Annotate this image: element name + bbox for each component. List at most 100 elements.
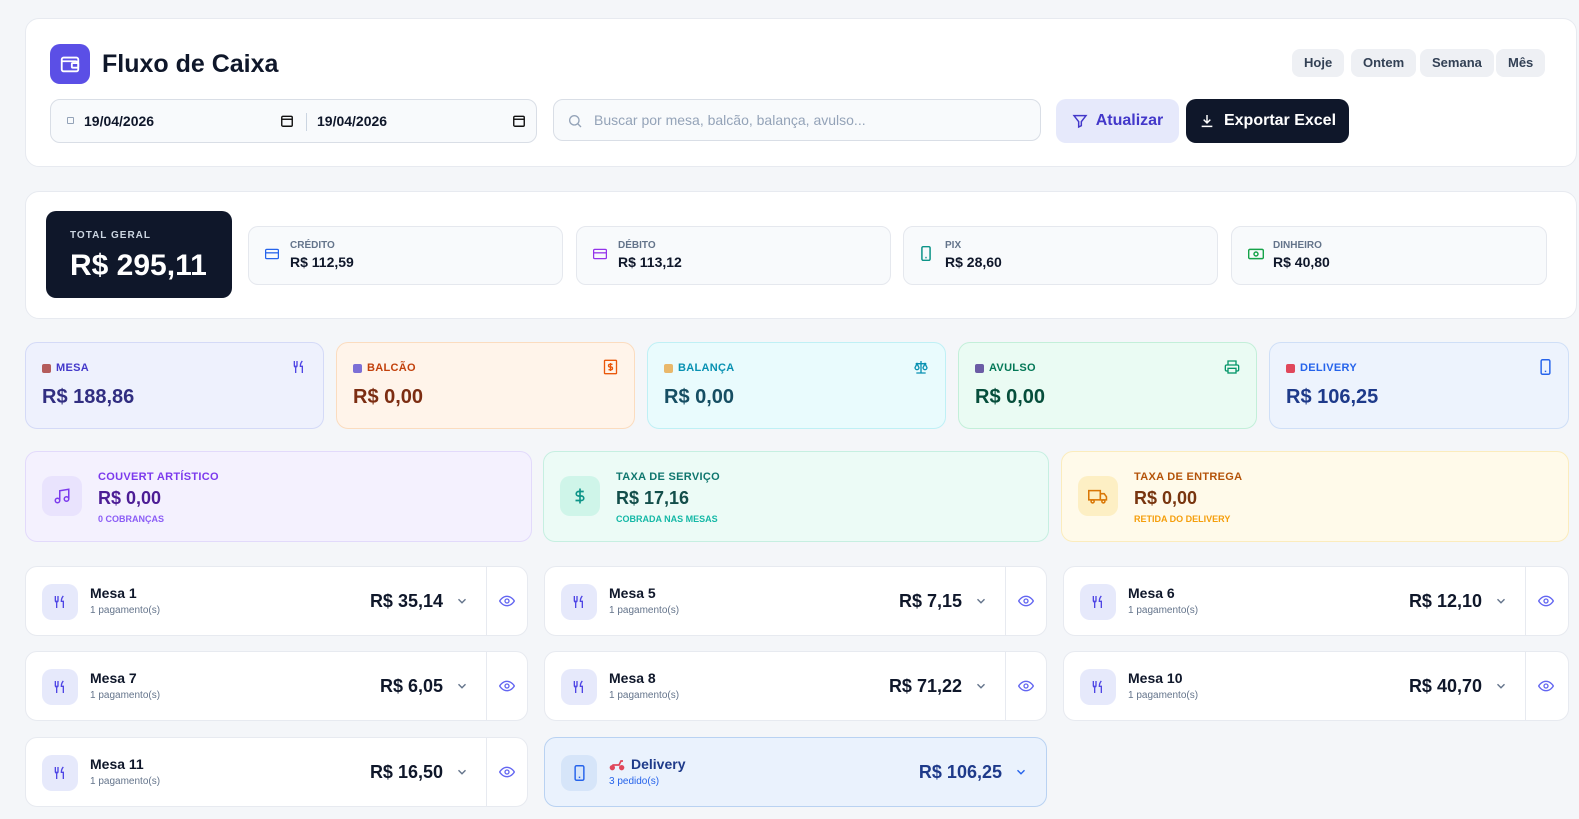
fee-value: R$ 17,16 bbox=[616, 488, 690, 508]
filter-week-button[interactable]: Semana bbox=[1420, 49, 1494, 77]
eye-icon[interactable] bbox=[1538, 678, 1554, 694]
credit-card-icon bbox=[265, 248, 279, 260]
filter-yesterday-button[interactable]: Ontem bbox=[1351, 49, 1417, 77]
phone-icon bbox=[561, 755, 597, 791]
payment-value: R$ 40,80 bbox=[1273, 254, 1330, 270]
chevron-down-icon[interactable] bbox=[455, 594, 469, 608]
table-row[interactable]: Mesa 10 1 pagamento(s) R$ 40,70 bbox=[1063, 651, 1569, 721]
wallet-icon bbox=[50, 44, 90, 84]
utensils-icon bbox=[42, 669, 78, 705]
eye-icon[interactable] bbox=[1018, 593, 1034, 609]
download-icon bbox=[1201, 115, 1213, 128]
table-row[interactable]: Mesa 1 1 pagamento(s) R$ 35,14 bbox=[25, 566, 528, 636]
row-amount: R$ 71,22 bbox=[888, 676, 962, 696]
divider bbox=[1005, 567, 1006, 635]
phone-icon bbox=[921, 246, 931, 261]
search-icon bbox=[569, 115, 582, 128]
date-range-picker: 19/04/2026 19/04/2026 bbox=[50, 99, 537, 143]
category-value: R$ 106,25 bbox=[1286, 386, 1379, 408]
totals-card: TOTAL GERAL R$ 295,11 CRÉDITO R$ 112,59 … bbox=[25, 191, 1577, 319]
chevron-down-icon[interactable] bbox=[974, 679, 988, 693]
music-icon bbox=[42, 476, 82, 516]
utensils-icon bbox=[42, 584, 78, 620]
chevron-down-icon[interactable] bbox=[1014, 765, 1028, 779]
printer-icon bbox=[1224, 360, 1240, 374]
refresh-button[interactable]: Atualizar bbox=[1056, 99, 1179, 143]
export-excel-button[interactable]: Exportar Excel bbox=[1186, 99, 1349, 143]
fee-value: R$ 0,00 bbox=[98, 488, 162, 508]
row-name: Mesa 5 bbox=[609, 585, 656, 601]
row-sub: 3 pedido(s) bbox=[609, 776, 660, 787]
eye-icon[interactable] bbox=[499, 678, 515, 694]
category-avulso[interactable]: AVULSO R$ 0,00 bbox=[958, 342, 1257, 429]
payment-value: R$ 112,59 bbox=[290, 254, 354, 270]
search-placeholder: Buscar por mesa, balcão, balança, avulso… bbox=[594, 112, 866, 128]
header-card: Fluxo de Caixa Hoje Ontem Semana Mês 19/… bbox=[25, 18, 1577, 167]
category-label: BALANÇA bbox=[678, 362, 735, 374]
category-delivery[interactable]: DELIVERY R$ 106,25 bbox=[1269, 342, 1569, 429]
row-amount: R$ 16,50 bbox=[369, 762, 443, 782]
filter-today-button[interactable]: Hoje bbox=[1292, 49, 1345, 77]
payment-label: DÉBITO bbox=[618, 240, 656, 251]
dollar-icon bbox=[560, 476, 600, 516]
row-name: Mesa 8 bbox=[609, 670, 656, 686]
mesa-emoji-icon bbox=[42, 363, 51, 373]
chevron-down-icon[interactable] bbox=[1494, 679, 1508, 693]
row-name: Delivery bbox=[631, 756, 686, 772]
divider bbox=[1525, 567, 1526, 635]
table-row[interactable]: Mesa 6 1 pagamento(s) R$ 12,10 bbox=[1063, 566, 1569, 636]
scale-icon bbox=[914, 361, 928, 374]
payment-value: R$ 113,12 bbox=[618, 254, 682, 270]
fee-couvert: COUVERT ARTÍSTICO R$ 0,00 0 COBRANÇAS bbox=[25, 451, 532, 542]
eye-icon[interactable] bbox=[1538, 593, 1554, 609]
utensils-icon bbox=[561, 669, 597, 705]
category-mesa[interactable]: MESA R$ 188,86 bbox=[25, 342, 324, 429]
category-balcao[interactable]: BALCÃO R$ 0,00 bbox=[336, 342, 635, 429]
chevron-down-icon[interactable] bbox=[455, 679, 469, 693]
chevron-down-icon[interactable] bbox=[455, 765, 469, 779]
cash-icon bbox=[1248, 248, 1264, 260]
calendar-small-icon bbox=[67, 117, 74, 124]
date-separator bbox=[306, 113, 307, 131]
export-label: Exportar Excel bbox=[1223, 112, 1337, 129]
eye-icon[interactable] bbox=[1018, 678, 1034, 694]
eye-icon[interactable] bbox=[499, 764, 515, 780]
row-amount: R$ 7,15 bbox=[898, 591, 962, 611]
row-amount: R$ 40,70 bbox=[1408, 676, 1482, 696]
total-value: R$ 295,11 bbox=[70, 249, 207, 282]
receipt-icon bbox=[603, 359, 618, 375]
table-row[interactable]: Mesa 7 1 pagamento(s) R$ 6,05 bbox=[25, 651, 528, 721]
payment-label: PIX bbox=[945, 240, 962, 251]
filter-month-button[interactable]: Mês bbox=[1496, 49, 1546, 77]
category-balanca[interactable]: BALANÇA R$ 0,00 bbox=[647, 342, 946, 429]
calendar-icon[interactable] bbox=[280, 114, 294, 128]
row-name: Mesa 11 bbox=[90, 756, 144, 772]
category-value: R$ 188,86 bbox=[42, 386, 135, 408]
divider bbox=[486, 567, 487, 635]
row-amount: R$ 35,14 bbox=[369, 591, 443, 611]
page-title: Fluxo de Caixa bbox=[102, 50, 279, 78]
date-from-input[interactable]: 19/04/2026 bbox=[84, 113, 154, 129]
chevron-down-icon[interactable] bbox=[1494, 594, 1508, 608]
table-row[interactable]: Mesa 11 1 pagamento(s) R$ 16,50 bbox=[25, 737, 528, 807]
eye-icon[interactable] bbox=[499, 593, 515, 609]
table-row[interactable]: Mesa 5 1 pagamento(s) R$ 7,15 bbox=[544, 566, 1047, 636]
fee-service: TAXA DE SERVIÇO R$ 17,16 COBRADA NAS MES… bbox=[543, 451, 1049, 542]
fee-label: TAXA DE SERVIÇO bbox=[616, 471, 720, 483]
chevron-down-icon[interactable] bbox=[974, 594, 988, 608]
date-to-input[interactable]: 19/04/2026 bbox=[317, 113, 387, 129]
divider bbox=[486, 738, 487, 806]
divider bbox=[1525, 652, 1526, 720]
row-name: Mesa 1 bbox=[90, 585, 137, 601]
search-input[interactable]: Buscar por mesa, balcão, balança, avulso… bbox=[553, 99, 1041, 141]
table-row[interactable]: Mesa 8 1 pagamento(s) R$ 71,22 bbox=[544, 651, 1047, 721]
utensils-icon bbox=[293, 360, 303, 373]
payment-debit: DÉBITO R$ 113,12 bbox=[576, 226, 891, 285]
utensils-icon bbox=[1080, 584, 1116, 620]
table-row-delivery[interactable]: Delivery 3 pedido(s) R$ 106,25 bbox=[544, 737, 1047, 807]
fee-label: COUVERT ARTÍSTICO bbox=[98, 471, 219, 483]
balcao-emoji-icon bbox=[353, 363, 362, 373]
category-label: DELIVERY bbox=[1300, 362, 1358, 374]
calendar-icon[interactable] bbox=[512, 114, 526, 128]
refresh-label: Atualizar bbox=[1095, 112, 1164, 129]
